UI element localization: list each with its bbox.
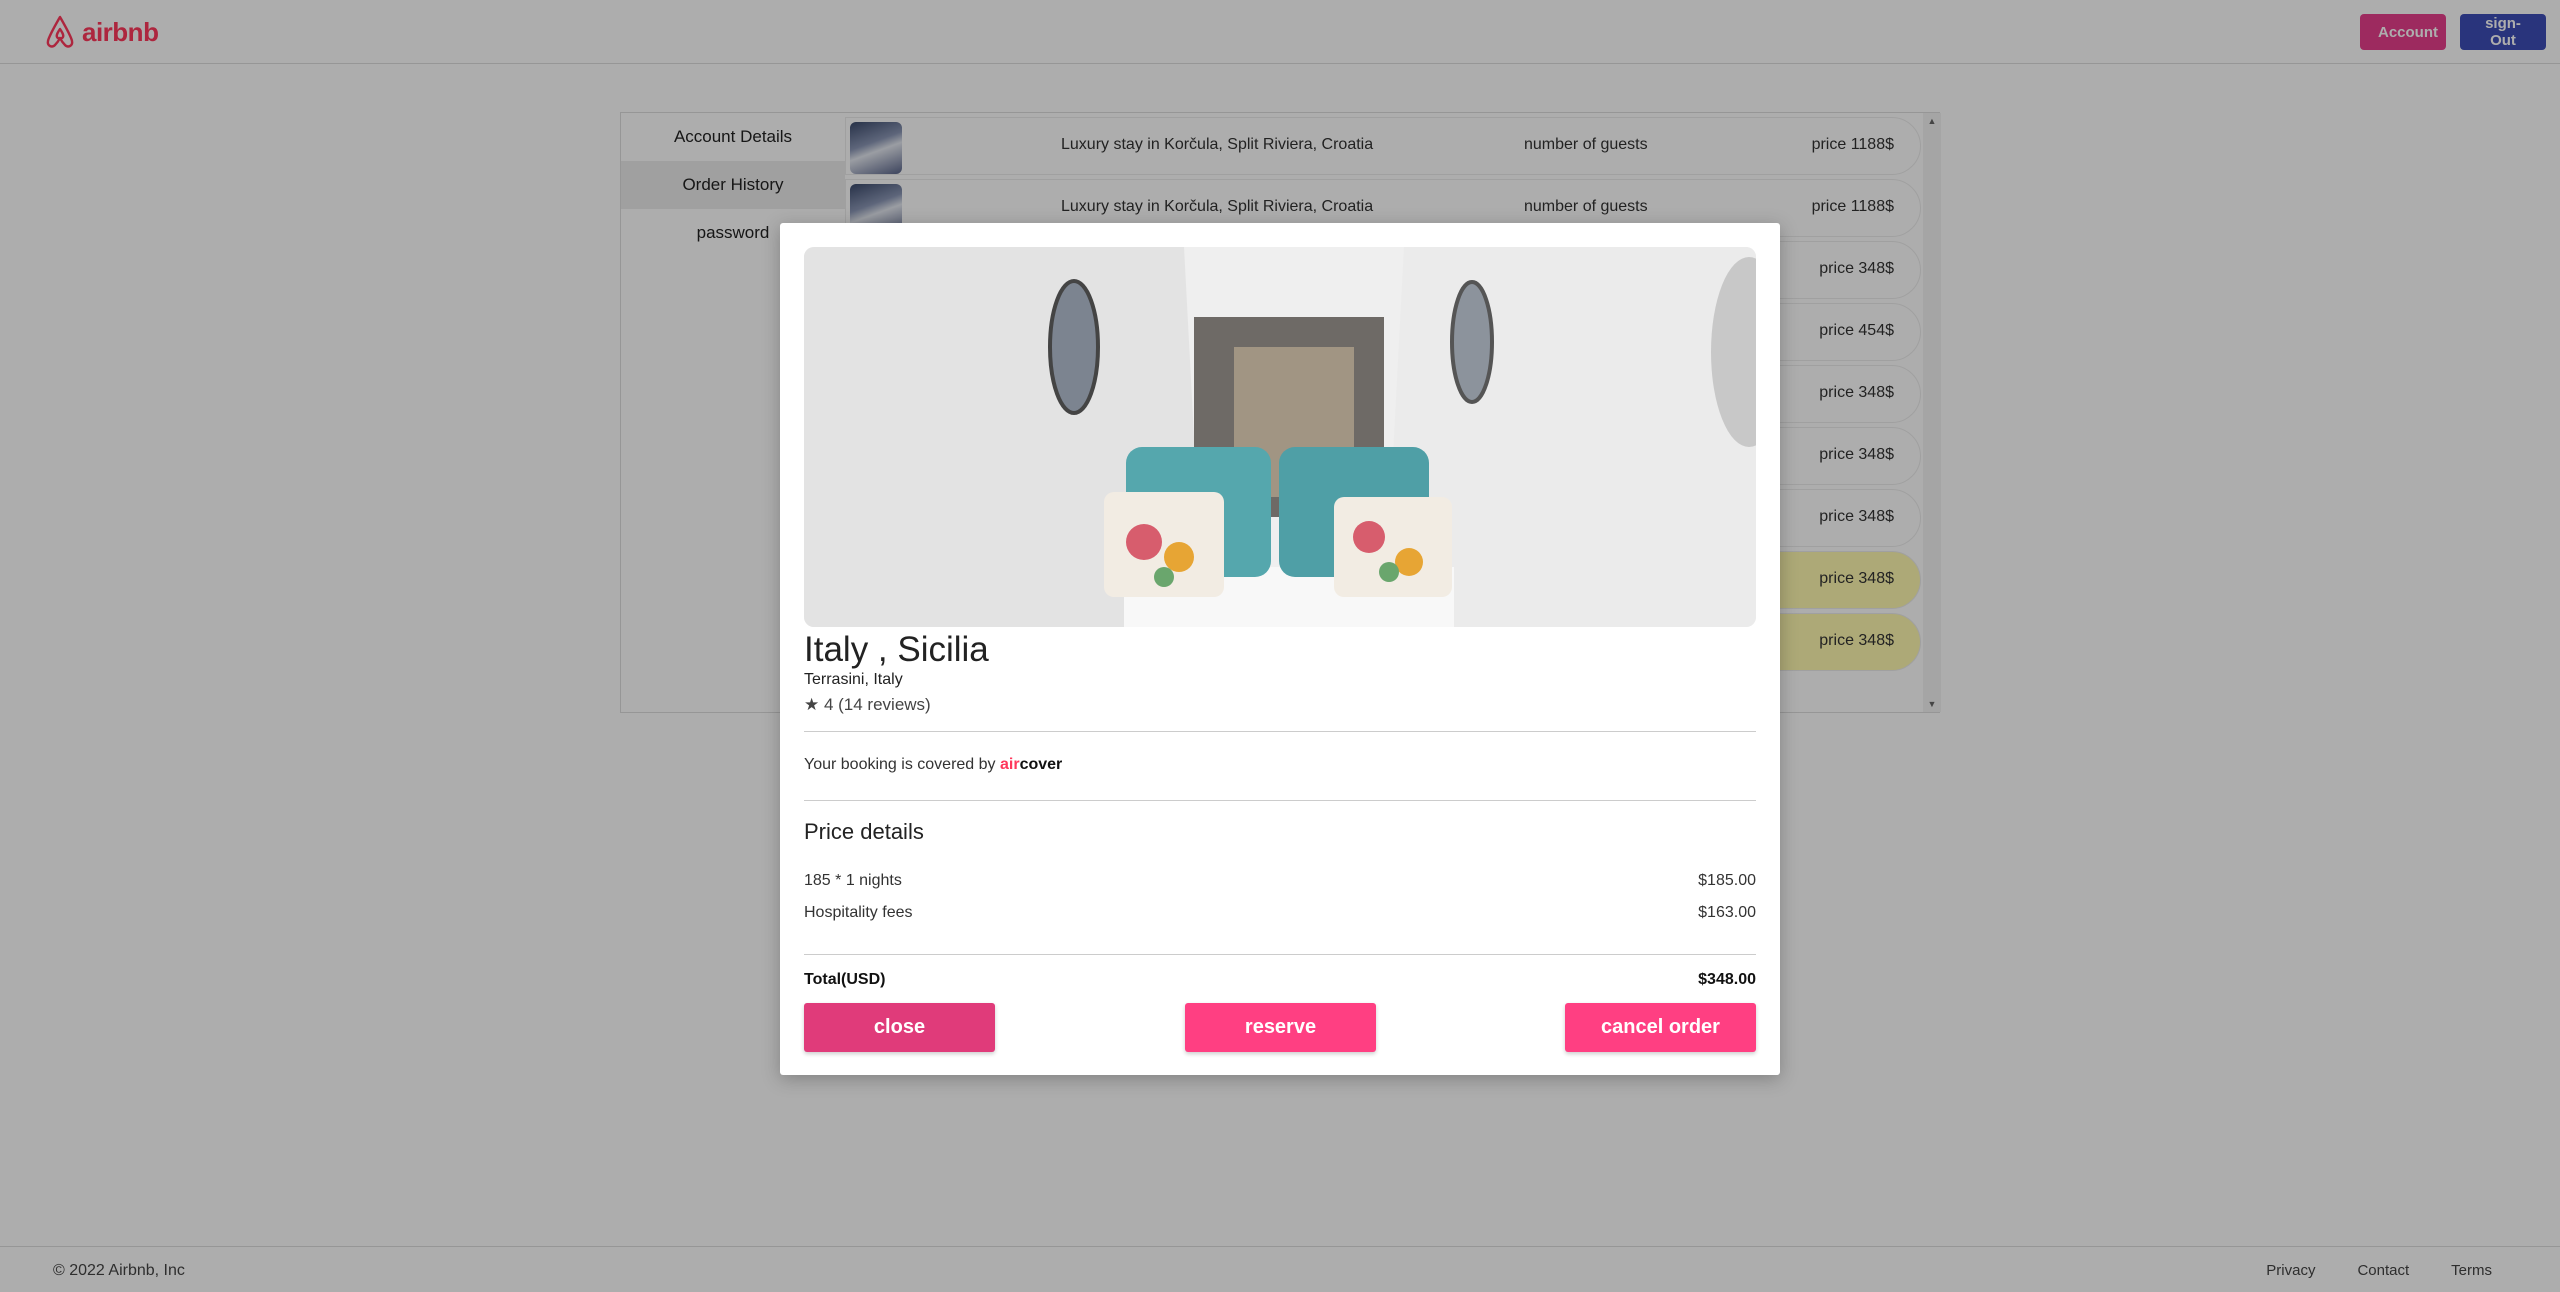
- divider: [804, 800, 1756, 801]
- reserve-button[interactable]: reserve: [1185, 1003, 1376, 1052]
- aircover-cover: cover: [1019, 756, 1063, 773]
- aircover-notice: Your booking is covered by aircover: [804, 756, 1062, 774]
- order-details-modal: Italy , Sicilia Terrasini, Italy ★ 4 (14…: [780, 223, 1780, 1075]
- cancel-order-button[interactable]: cancel order: [1565, 1003, 1756, 1052]
- aircover-logo: aircover: [1000, 756, 1062, 773]
- nights-value: $185.00: [1698, 872, 1756, 889]
- listing-rating: ★ 4 (14 reviews): [804, 695, 931, 714]
- price-details-heading: Price details: [804, 819, 924, 844]
- fees-label: Hospitality fees: [804, 904, 913, 921]
- divider: [804, 954, 1756, 955]
- divider: [804, 731, 1756, 732]
- listing-location: Terrasini, Italy: [804, 671, 903, 688]
- fees-value: $163.00: [1698, 904, 1756, 921]
- nights-label: 185 * 1 nights: [804, 872, 902, 889]
- aircover-text: Your booking is covered by: [804, 756, 996, 773]
- close-button[interactable]: close: [804, 1003, 995, 1052]
- listing-photo: [804, 247, 1756, 627]
- total-value: $348.00: [1698, 971, 1756, 988]
- aircover-air: air: [999, 756, 1020, 773]
- total-label: Total(USD): [804, 971, 886, 988]
- listing-title: Italy , Sicilia: [804, 630, 989, 669]
